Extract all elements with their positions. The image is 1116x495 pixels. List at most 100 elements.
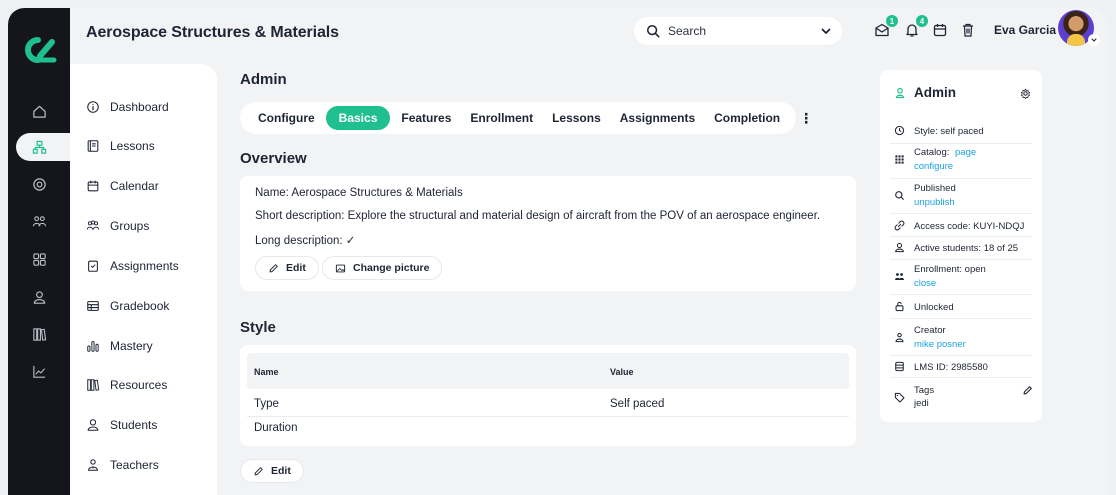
sidebar-item-label: Calendar [110, 179, 159, 193]
sidebar-item-gradebook[interactable]: Gradebook [86, 296, 169, 316]
groups-icon [895, 273, 904, 280]
image-icon [335, 264, 346, 272]
style-edit-button[interactable]: Edit [240, 459, 304, 483]
unpublish-link[interactable]: unpublish [914, 197, 955, 208]
library-icon[interactable] [8, 321, 70, 347]
pencil-icon [269, 263, 278, 272]
calendar-icon [87, 180, 99, 192]
user-icon [895, 87, 905, 99]
search-input[interactable]: Search [668, 24, 706, 38]
change-picture-button[interactable]: Change picture [322, 256, 443, 280]
divider [890, 178, 1032, 179]
panel-enrollment-text: Enrollment: open [914, 264, 986, 275]
sidebar-item-label: Lessons [110, 139, 155, 153]
search-bar[interactable]: Search [634, 17, 842, 45]
app-logo[interactable] [21, 36, 57, 64]
tab-lessons[interactable]: Lessons [544, 106, 609, 130]
divider [890, 236, 1032, 237]
sidebar-item-dashboard[interactable]: Dashboard [86, 97, 169, 117]
panel-unlocked-text: Unlocked [914, 302, 954, 313]
analytics-icon[interactable] [8, 358, 70, 384]
inbox-badge: 1 [886, 15, 898, 27]
tab-features[interactable]: Features [393, 106, 459, 130]
sidebar-item-label: Resources [110, 378, 168, 392]
divider [890, 377, 1032, 378]
enrollment-close-link[interactable]: close [914, 278, 936, 289]
inbox-button[interactable]: 1 [874, 15, 898, 40]
grid-icon[interactable] [8, 246, 70, 272]
row-duration-name: Duration [254, 422, 298, 434]
change-picture-label: Change picture [353, 262, 430, 274]
link-icon [894, 220, 905, 231]
unlock-icon [895, 301, 904, 312]
sidebar-item-lessons[interactable]: Lessons [86, 136, 155, 156]
icon-rail [8, 8, 72, 495]
search-icon [895, 191, 905, 201]
table-header: Name Value [247, 353, 849, 389]
app-frame: Aerospace Structures & Materials Search … [8, 8, 1108, 495]
edit-label: Edit [286, 262, 306, 274]
sidebar-item-students[interactable]: Students [86, 415, 157, 435]
panel-active-students-text: Active students: 18 of 25 [914, 243, 1019, 254]
chevron-down-icon[interactable] [1088, 34, 1100, 46]
tab-assignments[interactable]: Assignments [612, 106, 703, 130]
user-icon[interactable] [8, 284, 70, 310]
creator-link[interactable]: mike posner [914, 339, 966, 350]
sidebar-item-calendar[interactable]: Calendar [86, 176, 159, 196]
style-title: Style [240, 319, 276, 336]
sidebar-item-teachers[interactable]: Teachers [86, 455, 159, 475]
catalog-page-link[interactable]: page [955, 147, 976, 158]
library-icon [87, 379, 100, 391]
grid-icon [895, 155, 904, 164]
sidebar-item-resources[interactable]: Resources [86, 375, 167, 395]
panel-title: Admin [914, 85, 956, 100]
catalog-configure-link[interactable]: configure [914, 161, 953, 172]
notifications-button[interactable]: 4 [904, 15, 928, 40]
panel-access-code-text: Access code: KUYI-NDQJ [914, 221, 1025, 232]
sidebar-item-groups[interactable]: Groups [86, 216, 149, 236]
target-icon[interactable] [8, 171, 70, 197]
table-icon [87, 301, 99, 311]
panel-style-text: Style: self paced [914, 126, 984, 137]
chevron-down-icon[interactable] [818, 23, 834, 39]
notifications-badge: 4 [916, 15, 928, 27]
overview-card: Name: Aerospace Structures & Materials S… [240, 176, 856, 291]
admin-panel: Admin Style: self paced Catalog: page co… [880, 70, 1042, 422]
calendar-button[interactable] [932, 22, 950, 40]
groups-icon[interactable] [8, 208, 70, 234]
row-type-name: Type [254, 398, 279, 410]
home-icon[interactable] [8, 98, 70, 124]
trash-icon [963, 23, 973, 37]
panel-catalog-label: Catalog: [914, 147, 950, 158]
clock-icon [894, 125, 905, 136]
sidebar-item-label: Mastery [110, 339, 153, 353]
tag-icon [894, 392, 905, 403]
tab-basics[interactable]: Basics [325, 106, 391, 130]
groups-icon [86, 220, 100, 230]
sidebar-item-mastery[interactable]: Mastery [86, 336, 153, 356]
course-title: Aerospace Structures & Materials [86, 24, 339, 41]
panel-lms-text: LMS ID: 2985580 [914, 362, 988, 373]
gear-icon[interactable] [1020, 88, 1031, 99]
panel-published-text: Published [914, 183, 956, 194]
tab-completion[interactable]: Completion [706, 106, 788, 130]
courses-icon[interactable] [8, 134, 70, 160]
panel-creator-label: Creator [914, 325, 946, 336]
book-icon [87, 140, 99, 152]
trash-button[interactable] [960, 22, 978, 40]
tab-enrollment[interactable]: Enrollment [462, 106, 541, 130]
overview-edit-button[interactable]: Edit [255, 256, 319, 280]
panel-tags-value: jedi [914, 398, 929, 409]
sidebar-item-assignments[interactable]: Assignments [86, 256, 179, 276]
more-options-button[interactable]: ⋮ [799, 110, 813, 127]
pencil-icon[interactable] [1022, 385, 1033, 396]
user-icon [87, 419, 99, 431]
search-icon [646, 24, 660, 38]
divider [890, 318, 1032, 319]
calendar-icon [933, 24, 947, 37]
sidebar: Dashboard Lessons Calendar Groups Assign… [70, 64, 217, 495]
pencil-icon [254, 466, 263, 475]
user-name[interactable]: Eva Garcia [994, 23, 1056, 37]
overview-name: Name: Aerospace Structures & Materials [255, 187, 463, 199]
tab-configure[interactable]: Configure [250, 106, 323, 130]
